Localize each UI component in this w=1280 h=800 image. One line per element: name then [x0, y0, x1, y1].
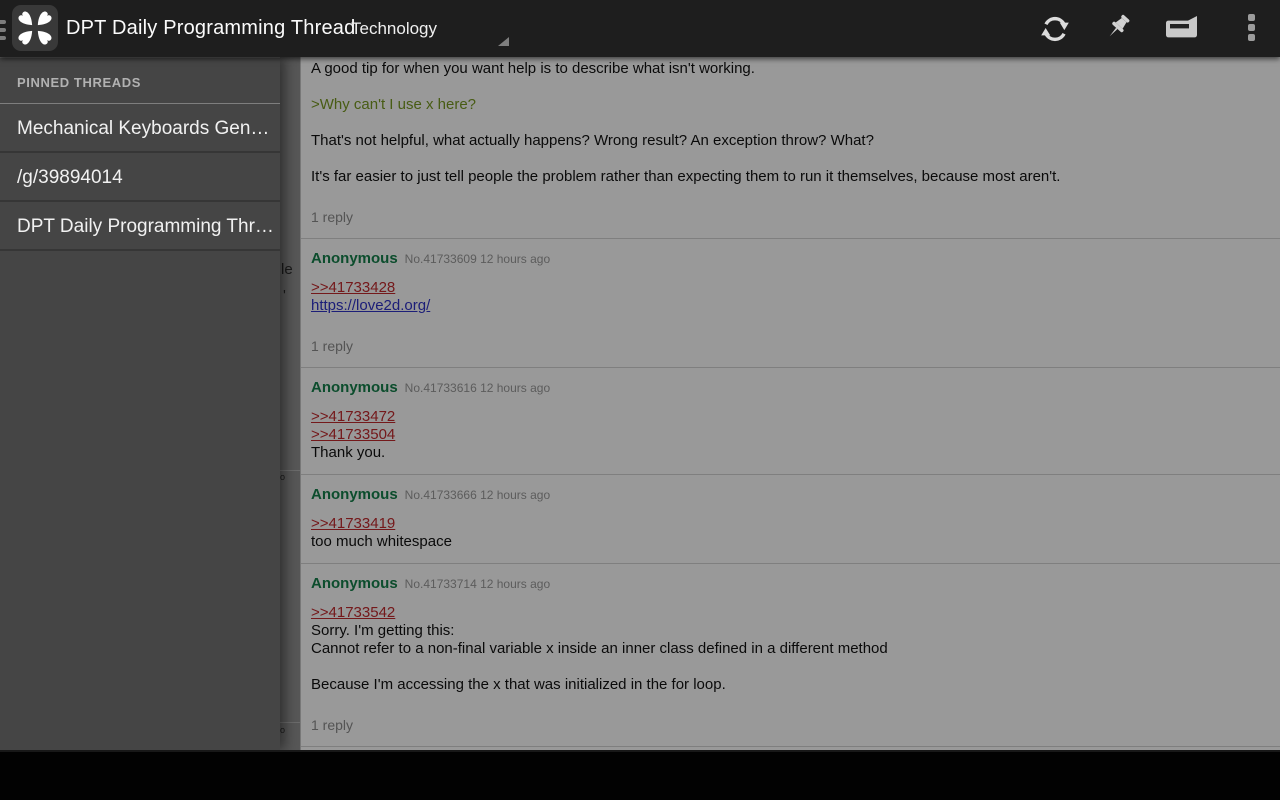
gutter-divider [280, 470, 300, 471]
replies-count[interactable]: 1 reply [311, 716, 1264, 734]
refresh-icon[interactable] [1038, 12, 1072, 46]
post-author: Anonymous [311, 250, 398, 267]
quote-link[interactable]: >>41733504 [311, 426, 1264, 444]
post[interactable]: Anonymous No.41733616 12 hours ago >>41733… [301, 368, 1280, 475]
quote-link[interactable]: >>41733472 [311, 408, 1264, 426]
post[interactable]: A good tip for when you want help is to … [301, 57, 1280, 239]
system-bar: 16:43 [0, 750, 1280, 800]
post-meta: No.41733609 12 hours ago [405, 252, 550, 266]
post[interactable]: Anonymous No.41733666 12 hours ago >>41733… [301, 475, 1280, 564]
content-gutter: le ' o o [280, 57, 300, 750]
replies-count[interactable]: 1 reply [311, 337, 1264, 355]
post-meta: No.41733666 12 hours ago [405, 488, 550, 502]
paragraph-break [311, 114, 1264, 132]
post-header: Anonymous No.41733609 12 hours ago [311, 250, 1264, 267]
post-text-line: Cannot refer to a non-final variable x i… [311, 640, 1264, 658]
action-bar: DPT Daily Programming Thread Technology [0, 0, 1280, 57]
spinner-caret-icon [498, 37, 509, 46]
post-text-line: Thank you. [311, 444, 1264, 462]
pinned-thread-item[interactable]: Mechanical Keyboards Gen… [0, 104, 280, 153]
clipped-text-fragment: o [280, 472, 285, 482]
clover-icon [12, 5, 58, 51]
paragraph-break [311, 658, 1264, 676]
external-link[interactable]: https://love2d.org/ [311, 297, 1264, 315]
drawer-handle-icon[interactable] [0, 20, 6, 44]
pin-icon[interactable] [1101, 12, 1135, 46]
replies-count[interactable]: 1 reply [311, 208, 1264, 226]
clipped-text-fragment: o [280, 725, 285, 735]
post-header: Anonymous No.41733666 12 hours ago [311, 486, 1264, 503]
greentext-line: >Why can't I use x here? [311, 96, 1264, 114]
app-icon-clover[interactable] [12, 5, 58, 51]
post-header: Anonymous No.41733714 12 hours ago [311, 575, 1264, 592]
quote-link[interactable]: >>41733428 [311, 279, 1264, 297]
pinned-threads-list: Mechanical Keyboards Gen…/g/39894014DPT … [0, 104, 280, 251]
navigation-drawer: PINNED THREADS Mechanical Keyboards Gen…… [0, 57, 280, 750]
pinned-threads-header: PINNED THREADS [0, 58, 280, 104]
post-author: Anonymous [311, 575, 398, 592]
post-text-line: too much whitespace [311, 533, 1264, 551]
paragraph-break [311, 78, 1264, 96]
post-header: Anonymous No.41733616 12 hours ago [311, 379, 1264, 396]
post-meta: No.41733616 12 hours ago [405, 381, 550, 395]
paragraph-break [311, 150, 1264, 168]
post-author: Anonymous [311, 379, 398, 396]
reply-icon[interactable] [1162, 12, 1200, 46]
post-text-line: A good tip for when you want help is to … [311, 60, 1264, 78]
gutter-divider [280, 722, 300, 723]
quote-link[interactable]: >>41733419 [311, 515, 1264, 533]
post-author: Anonymous [311, 486, 398, 503]
clipped-text-fragment: ' [283, 287, 286, 304]
overflow-menu-icon[interactable] [1248, 14, 1256, 48]
board-spinner-label: Technology [351, 8, 437, 50]
post[interactable]: Anonymous No.41733714 12 hours ago >>41733… [301, 564, 1280, 747]
board-spinner[interactable]: Technology [338, 8, 518, 50]
pinned-thread-item[interactable]: /g/39894014 [0, 153, 280, 202]
quote-link[interactable]: >>41733542 [311, 604, 1264, 622]
post-meta: No.41733714 12 hours ago [405, 577, 550, 591]
clipped-text-fragment: le [281, 261, 293, 278]
post-text-line: It's far easier to just tell people the … [311, 168, 1264, 186]
screen: DPT Daily Programming Thread Technology [0, 0, 1280, 800]
thread-view: le ' o o A good tip for when you want help … [280, 57, 1280, 750]
post-text-line: Sorry. I'm getting this: [311, 622, 1264, 640]
post-text-line: That's not helpful, what actually happen… [311, 132, 1264, 150]
pinned-thread-item[interactable]: DPT Daily Programming Thr… [0, 202, 280, 251]
post-text-line: Because I'm accessing the x that was ini… [311, 676, 1264, 694]
page-title: DPT Daily Programming Thread [66, 0, 355, 57]
post[interactable]: Anonymous No.41733609 12 hours ago >>41733… [301, 239, 1280, 368]
post-list: A good tip for when you want help is to … [300, 57, 1280, 750]
